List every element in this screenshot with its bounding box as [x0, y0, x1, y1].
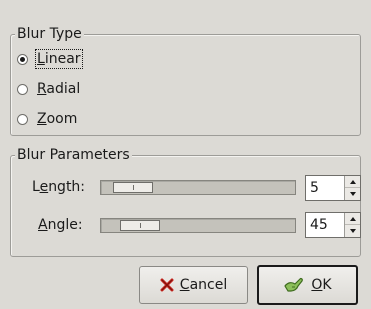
length-increment-button[interactable] [345, 176, 360, 188]
length-value[interactable]: 5 [310, 179, 319, 197]
radio-linear-indicator[interactable] [17, 53, 28, 65]
angle-decrement-button[interactable] [345, 225, 360, 237]
ok-button[interactable]: OK [257, 265, 358, 305]
radio-linear[interactable]: Linear [17, 48, 83, 70]
length-slider[interactable] [100, 180, 296, 195]
radio-linear-label[interactable]: Linear [35, 49, 83, 69]
cancel-button-label: Cancel [179, 277, 228, 293]
angle-slider-thumb[interactable] [120, 220, 160, 231]
radio-zoom-label[interactable]: Zoom [36, 110, 78, 128]
radio-radial-indicator[interactable] [17, 83, 28, 95]
angle-value[interactable]: 45 [310, 216, 328, 234]
ok-hand-icon [283, 275, 305, 295]
arrow-down-icon [349, 229, 356, 233]
arrow-up-icon [349, 179, 356, 184]
cancel-button[interactable]: Cancel [139, 266, 248, 304]
angle-increment-button[interactable] [345, 213, 360, 225]
angle-spinbutton[interactable]: 45 [305, 212, 361, 238]
length-slider-thumb[interactable] [113, 182, 153, 193]
length-decrement-button[interactable] [345, 188, 360, 200]
arrow-up-icon [349, 216, 356, 221]
angle-label: Angle: [38, 217, 83, 233]
radio-zoom-indicator[interactable] [17, 113, 28, 125]
cancel-x-icon [160, 278, 174, 292]
angle-slider[interactable] [100, 218, 296, 233]
blur-parameters-frame: Blur Parameters [10, 146, 361, 257]
length-label: Length: [32, 179, 86, 195]
blur-parameters-legend: Blur Parameters [15, 146, 132, 164]
radio-radial[interactable]: Radial [17, 78, 81, 100]
radio-radial-label[interactable]: Radial [36, 80, 81, 98]
length-spinbutton[interactable]: 5 [305, 175, 361, 201]
radio-zoom[interactable]: Zoom [17, 108, 78, 130]
ok-button-label: OK [311, 277, 332, 293]
length-spin-buttons [344, 176, 360, 200]
arrow-down-icon [349, 192, 356, 196]
blur-type-legend: Blur Type [15, 25, 84, 43]
angle-spin-buttons [344, 213, 360, 237]
